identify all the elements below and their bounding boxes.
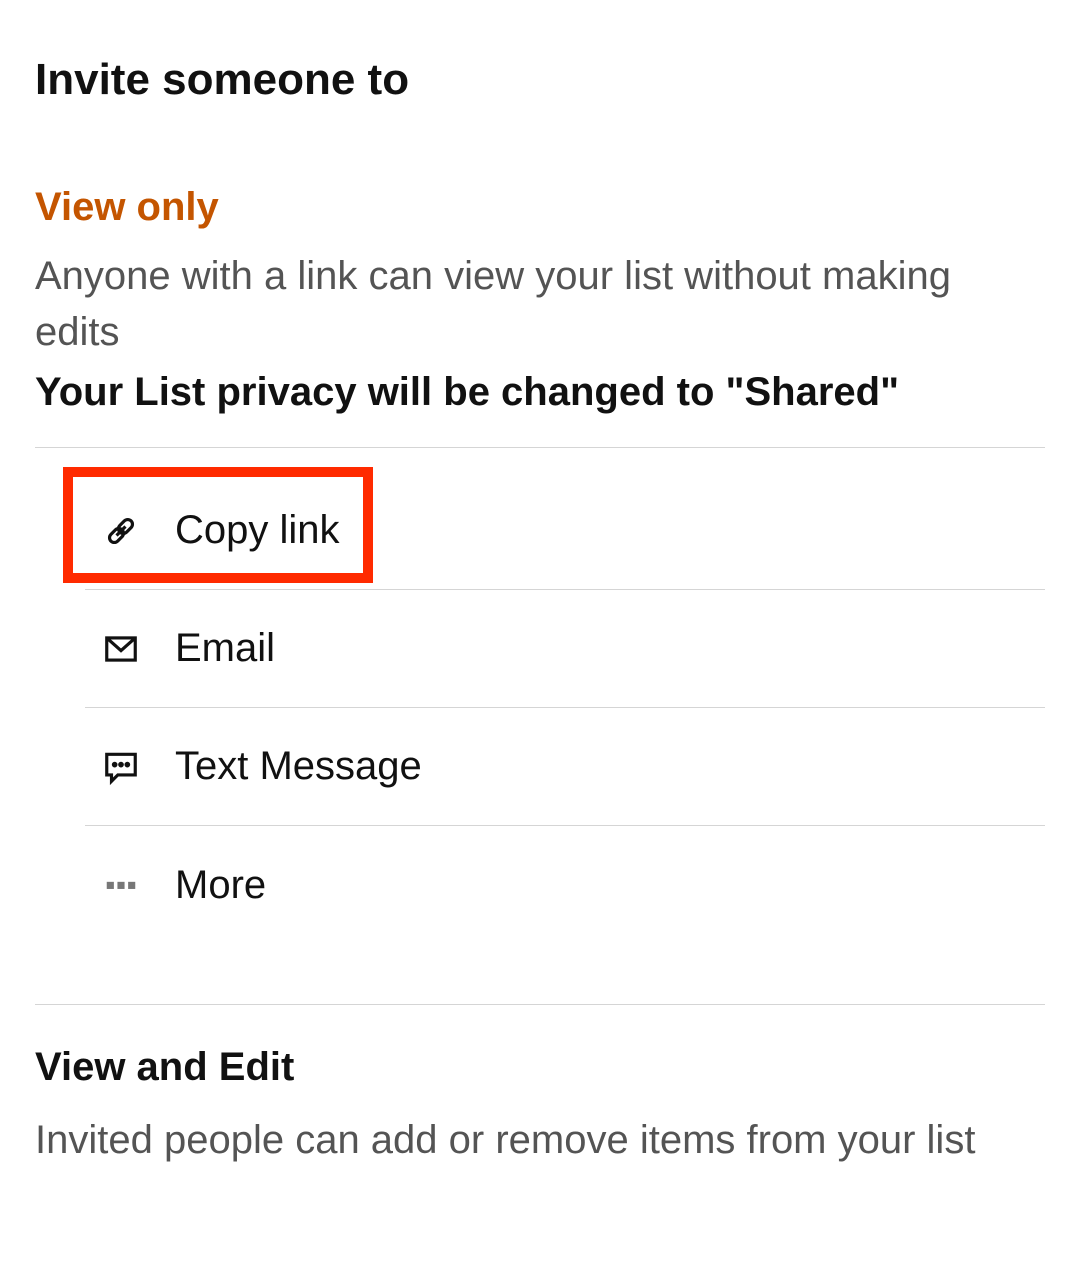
view-and-edit-section: View and Edit Invited people can add or …: [35, 1045, 1045, 1168]
link-icon: [99, 512, 143, 550]
copy-link-label: Copy link: [175, 508, 340, 553]
text-message-label: Text Message: [175, 744, 422, 789]
text-message-option[interactable]: Text Message: [85, 708, 1045, 826]
email-icon: [99, 630, 143, 668]
view-only-section: View only Anyone with a link can view yo…: [35, 185, 1045, 415]
divider: [35, 1004, 1045, 1005]
privacy-note: Your List privacy will be changed to "Sh…: [35, 370, 1045, 415]
more-icon: [99, 866, 143, 904]
more-option[interactable]: More: [85, 826, 1045, 944]
more-label: More: [175, 863, 266, 908]
view-only-description: Anyone with a link can view your list wi…: [35, 248, 1045, 360]
copy-link-option[interactable]: Copy link: [85, 472, 1045, 590]
view-edit-label: View and Edit: [35, 1045, 1045, 1090]
email-option[interactable]: Email: [85, 590, 1045, 708]
page-title: Invite someone to: [35, 55, 1045, 105]
view-edit-description: Invited people can add or remove items f…: [35, 1112, 1045, 1168]
text-message-icon: [99, 748, 143, 786]
email-label: Email: [175, 626, 275, 671]
divider: [35, 447, 1045, 448]
view-only-label: View only: [35, 185, 1045, 230]
share-options-list: Copy link Email Text Message: [85, 472, 1045, 944]
